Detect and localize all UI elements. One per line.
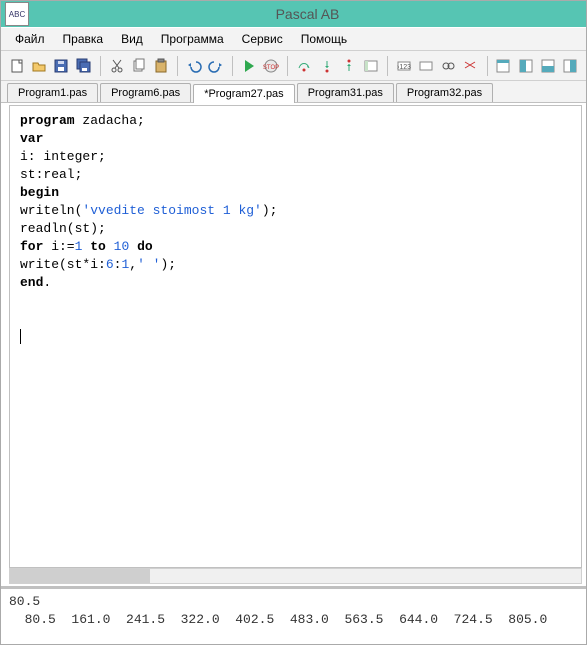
- open-file-icon: [31, 58, 47, 74]
- window-title: Pascal AB: [29, 6, 586, 22]
- paste-button[interactable]: [151, 55, 171, 77]
- windows-b-icon: [518, 58, 534, 74]
- toolbar-separator: [487, 56, 488, 76]
- toggle-breakpoint-icon: [363, 58, 379, 74]
- windows-d-button[interactable]: [560, 55, 580, 77]
- stop-button[interactable]: [261, 55, 281, 77]
- windows-d-icon: [562, 58, 578, 74]
- step-out-button[interactable]: [339, 55, 359, 77]
- windows-c-icon: [540, 58, 556, 74]
- toolbar-separator: [232, 56, 233, 76]
- toolbar-separator: [100, 56, 101, 76]
- toolbar-separator: [387, 56, 388, 76]
- menu-правка[interactable]: Правка: [55, 30, 112, 48]
- step-over-icon: [296, 58, 312, 74]
- text-cursor: [20, 329, 21, 344]
- undo-button[interactable]: [184, 55, 204, 77]
- output-panel: 80.5 80.5 161.0 241.5 322.0 402.5 483.0 …: [1, 588, 586, 644]
- step-into-button[interactable]: [317, 55, 337, 77]
- watch-button[interactable]: [416, 55, 436, 77]
- paste-icon: [153, 58, 169, 74]
- app-icon: ABC: [5, 2, 29, 26]
- callstack-button[interactable]: [460, 55, 480, 77]
- menu-вид[interactable]: Вид: [113, 30, 151, 48]
- title-bar: ABC Pascal AB: [1, 1, 586, 27]
- toolbar-separator: [287, 56, 288, 76]
- tab-3[interactable]: Program31.pas: [297, 83, 394, 102]
- copy-button[interactable]: [129, 55, 149, 77]
- cut-button[interactable]: [107, 55, 127, 77]
- stop-icon: [263, 58, 279, 74]
- windows-a-button[interactable]: [493, 55, 513, 77]
- locals-button[interactable]: [438, 55, 458, 77]
- step-out-icon: [341, 58, 357, 74]
- toolbar-separator: [177, 56, 178, 76]
- editor-pane: program zadacha; var i: integer; st:real…: [1, 103, 586, 586]
- new-file-icon: [9, 58, 25, 74]
- run-icon: [241, 58, 257, 74]
- tab-2[interactable]: *Program27.pas: [193, 84, 295, 103]
- goto-line-icon: [396, 58, 412, 74]
- menu-сервис[interactable]: Сервис: [234, 30, 291, 48]
- editor-hscrollbar[interactable]: [9, 568, 582, 584]
- callstack-icon: [462, 58, 478, 74]
- save-all-file-icon: [76, 58, 92, 74]
- scrollbar-thumb[interactable]: [10, 569, 150, 583]
- step-over-button[interactable]: [294, 55, 314, 77]
- locals-icon: [440, 58, 456, 74]
- tab-0[interactable]: Program1.pas: [7, 83, 98, 102]
- toggle-breakpoint-button[interactable]: [361, 55, 381, 77]
- menu-bar: ФайлПравкаВидПрограммаСервисПомощь: [1, 27, 586, 51]
- save-file-icon: [53, 58, 69, 74]
- watch-icon: [418, 58, 434, 74]
- code-editor[interactable]: program zadacha; var i: integer; st:real…: [9, 105, 582, 568]
- windows-a-icon: [495, 58, 511, 74]
- menu-файл[interactable]: Файл: [7, 30, 53, 48]
- redo-button[interactable]: [206, 55, 226, 77]
- windows-c-button[interactable]: [538, 55, 558, 77]
- menu-программа[interactable]: Программа: [153, 30, 232, 48]
- goto-line-button[interactable]: [394, 55, 414, 77]
- cut-icon: [109, 58, 125, 74]
- tab-4[interactable]: Program32.pas: [396, 83, 493, 102]
- tab-bar: Program1.pasProgram6.pas*Program27.pasPr…: [1, 81, 586, 103]
- open-file-button[interactable]: [29, 55, 49, 77]
- windows-b-button[interactable]: [516, 55, 536, 77]
- undo-icon: [186, 58, 202, 74]
- run-button[interactable]: [239, 55, 259, 77]
- tab-1[interactable]: Program6.pas: [100, 83, 191, 102]
- toolbar: [1, 51, 586, 81]
- menu-помощь[interactable]: Помощь: [293, 30, 355, 48]
- copy-icon: [131, 58, 147, 74]
- new-file-button[interactable]: [7, 55, 27, 77]
- save-file-button[interactable]: [51, 55, 71, 77]
- save-all-file-button[interactable]: [73, 55, 93, 77]
- step-into-icon: [319, 58, 335, 74]
- redo-icon: [208, 58, 224, 74]
